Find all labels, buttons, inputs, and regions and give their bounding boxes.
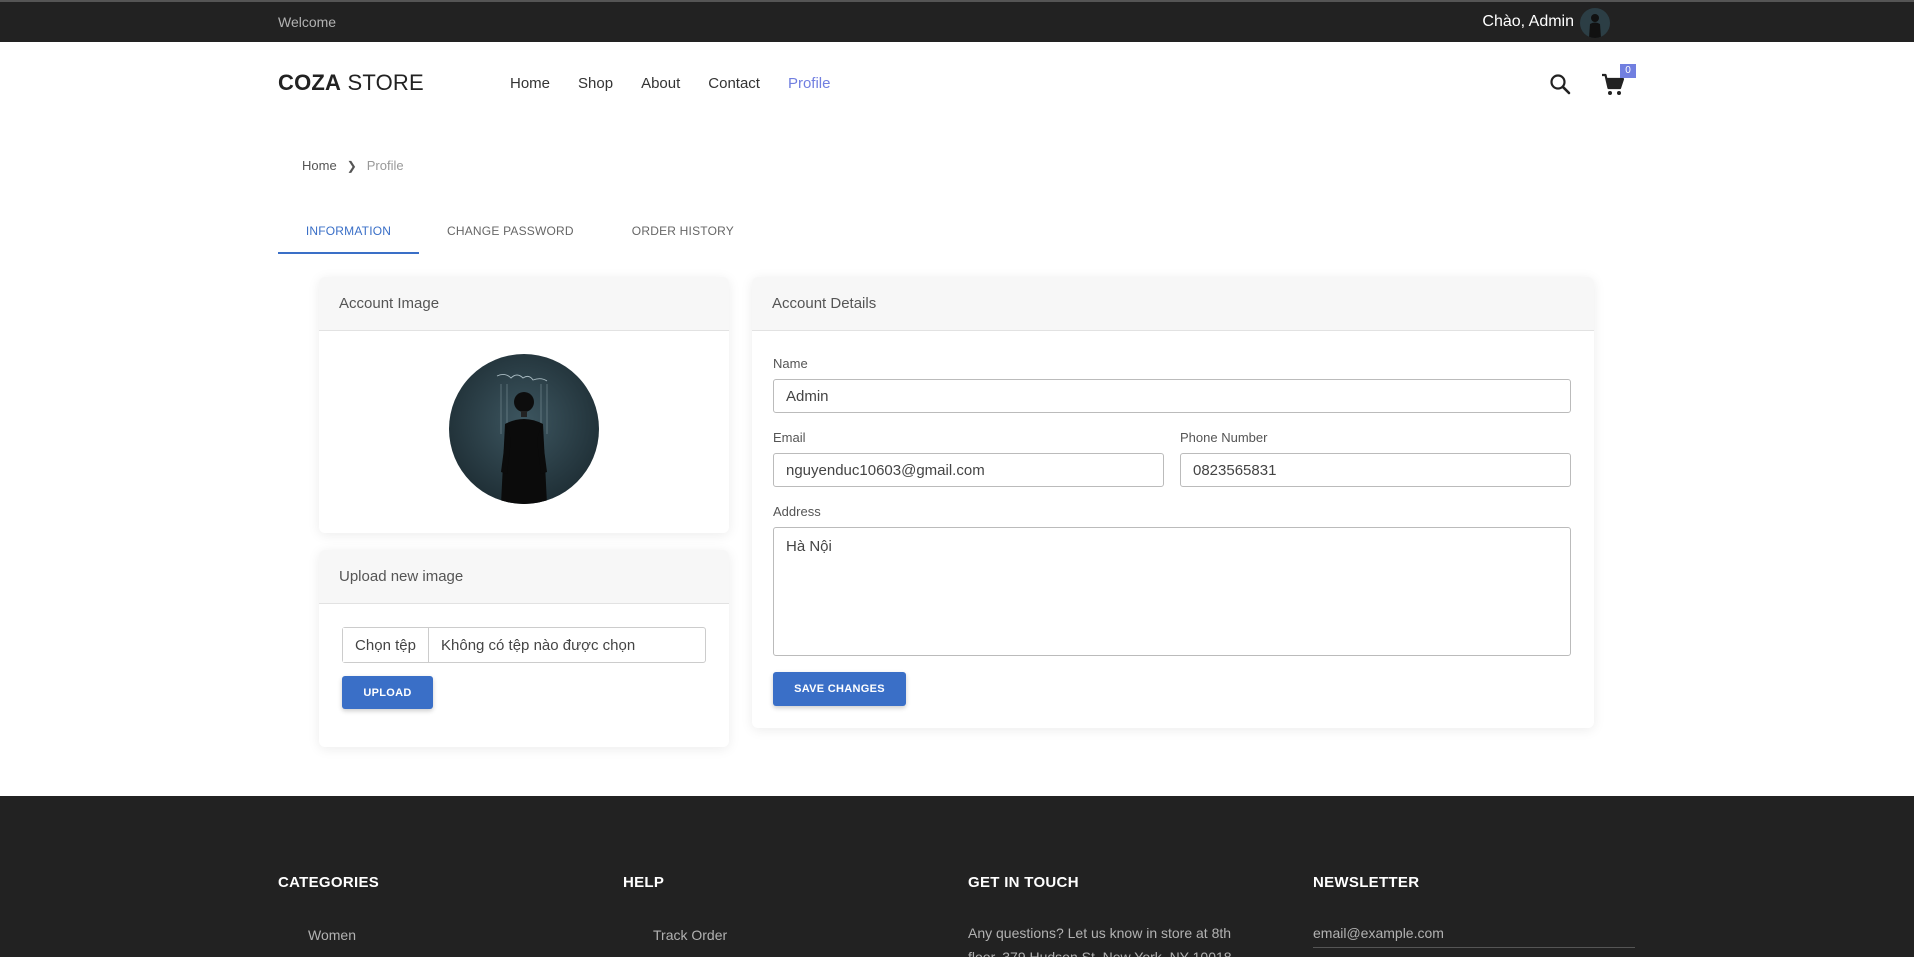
account-image-title: Account Image — [319, 277, 729, 331]
top-bar: Welcome Chào, Admin — [0, 0, 1914, 42]
upload-image-card: Upload new image Chọn tệp Không có tệp n… — [319, 550, 729, 747]
footer-categories: CATEGORIES Women — [278, 874, 379, 943]
welcome-text: Welcome — [278, 14, 337, 30]
file-input[interactable]: Chọn tệp Không có tệp nào được chọn — [342, 627, 706, 663]
email-field[interactable]: nguyenduc10603@gmail.com — [773, 453, 1164, 487]
footer-newsletter: NEWSLETTER email@example.com — [1313, 874, 1635, 948]
footer-link-women[interactable]: Women — [278, 927, 379, 943]
footer-contact-title: GET IN TOUCH — [968, 874, 1079, 891]
footer-help-title: HELP — [623, 874, 665, 891]
choose-file-button[interactable]: Chọn tệp — [343, 628, 429, 662]
newsletter-email-input[interactable]: email@example.com — [1313, 925, 1635, 948]
footer-categories-title: CATEGORIES — [278, 874, 380, 891]
nav-profile[interactable]: Profile — [788, 75, 831, 92]
search-icon[interactable] — [1548, 72, 1572, 96]
nav-home[interactable]: Home — [510, 75, 550, 92]
chevron-right-icon: ❯ — [346, 158, 357, 173]
footer-help: HELP Track Order — [623, 874, 727, 943]
address-field[interactable]: Hà Nội — [773, 527, 1571, 656]
store-logo[interactable]: COZA STORE — [278, 70, 424, 96]
upload-button[interactable]: UPLOAD — [342, 676, 433, 709]
footer-contact-text: Any questions? Let us know in store at 8… — [968, 925, 1232, 957]
address-label: Address — [773, 504, 821, 519]
save-changes-button[interactable]: SAVE CHANGES — [773, 672, 906, 706]
user-avatar[interactable] — [1580, 8, 1610, 38]
nav-about[interactable]: About — [641, 75, 680, 92]
phone-label: Phone Number — [1180, 430, 1268, 445]
footer-contact: GET IN TOUCH Any questions? Let us know … — [968, 874, 1258, 957]
user-greeting[interactable]: Chào, Admin — [1482, 13, 1574, 31]
profile-avatar-illustration — [496, 373, 548, 504]
breadcrumb-home[interactable]: Home — [302, 158, 337, 173]
site-footer: CATEGORIES Women HELP Track Order GET IN… — [0, 796, 1914, 957]
user-avatar-icon — [1589, 14, 1601, 38]
main-header: COZA STORE Home Shop About Contact Profi… — [0, 42, 1914, 126]
nav-shop[interactable]: Shop — [578, 75, 613, 92]
footer-newsletter-title: NEWSLETTER — [1313, 874, 1420, 891]
tab-information[interactable]: INFORMATION — [278, 214, 419, 254]
account-details-card: Account Details Name Admin Email nguyend… — [752, 277, 1594, 728]
main-nav: Home Shop About Contact Profile — [510, 75, 831, 92]
name-label: Name — [773, 356, 808, 371]
cart-count-badge: 0 — [1620, 64, 1636, 78]
account-image-card: Account Image — [319, 277, 729, 533]
tab-change-password[interactable]: CHANGE PASSWORD — [447, 214, 574, 254]
email-label: Email — [773, 430, 806, 445]
phone-field[interactable]: 0823565831 — [1180, 453, 1571, 487]
nav-contact[interactable]: Contact — [708, 75, 760, 92]
account-details-title: Account Details — [752, 277, 1594, 331]
footer-link-track-order[interactable]: Track Order — [623, 927, 727, 943]
no-file-chosen-text: Không có tệp nào được chọn — [441, 636, 636, 654]
tab-order-history[interactable]: ORDER HISTORY — [632, 214, 734, 254]
profile-tabs: INFORMATION CHANGE PASSWORD ORDER HISTOR… — [278, 214, 734, 254]
upload-image-title: Upload new image — [319, 550, 729, 604]
breadcrumb-current: Profile — [366, 158, 404, 173]
profile-avatar-image — [449, 354, 599, 504]
name-field[interactable]: Admin — [773, 379, 1571, 413]
breadcrumb: Home ❯ Profile — [302, 158, 404, 173]
